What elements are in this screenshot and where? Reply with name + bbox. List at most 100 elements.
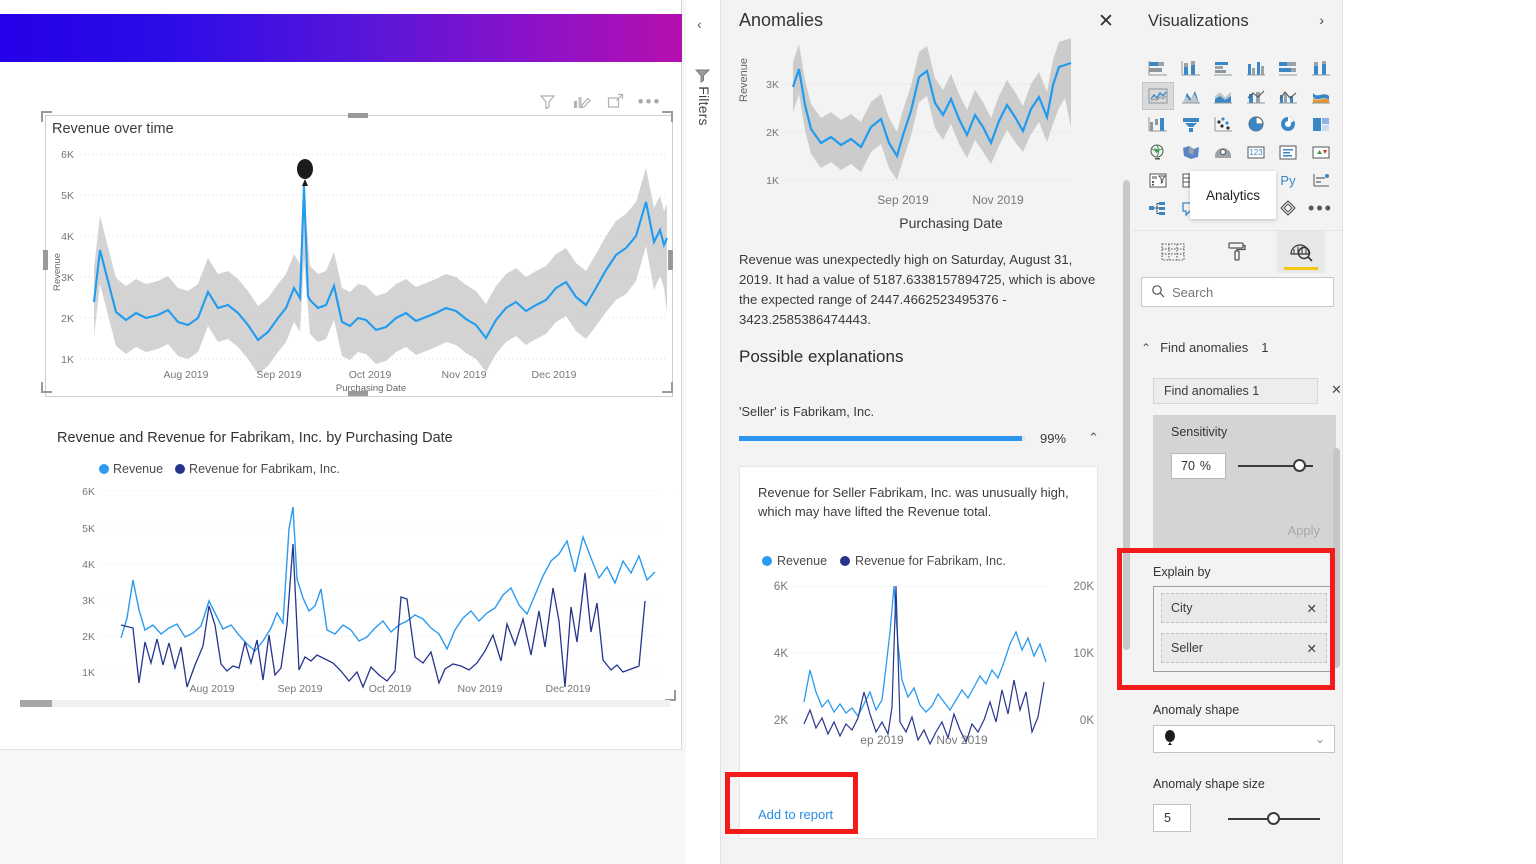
svg-text:Purchasing Date: Purchasing Date xyxy=(336,383,406,394)
canvas-horizontal-scrollbar[interactable] xyxy=(20,700,670,707)
analytics-tab[interactable] xyxy=(1277,231,1325,273)
funnel-chart-icon[interactable] xyxy=(1176,111,1206,137)
report-page[interactable]: ••• Revenue over time 6K 5K 4K 3K 2K 1K … xyxy=(0,0,682,750)
svg-text:4K: 4K xyxy=(774,648,788,660)
edit-chart-icon[interactable] xyxy=(572,92,591,111)
anomaly-shape-select[interactable]: ⌄ xyxy=(1153,725,1335,753)
resize-handle-top[interactable] xyxy=(348,113,368,118)
explanation-name: 'Seller' is Fabrikam, Inc. xyxy=(739,404,875,419)
svg-text:3K: 3K xyxy=(82,595,95,607)
svg-text:Aug 2019: Aug 2019 xyxy=(164,369,209,381)
chevron-up-icon[interactable]: ⌃ xyxy=(1141,341,1151,355)
resize-handle-tr[interactable] xyxy=(662,111,673,122)
expand-pane-icon[interactable]: › xyxy=(1319,12,1324,28)
card-icon[interactable]: 123 xyxy=(1241,139,1271,165)
waterfall-chart-icon[interactable] xyxy=(1143,111,1173,137)
anomalies-title: Anomalies xyxy=(739,10,824,30)
get-more-visuals-icon[interactable] xyxy=(1273,195,1303,221)
search-input[interactable]: Search xyxy=(1141,277,1334,307)
resize-handle-br[interactable] xyxy=(662,382,673,393)
sensitivity-value: 70 xyxy=(1181,459,1195,473)
legend-swatch-fabrikam xyxy=(840,556,851,566)
svg-text:Aug 2019: Aug 2019 xyxy=(190,683,235,695)
svg-text:Nov 2019: Nov 2019 xyxy=(458,683,503,695)
chevron-down-icon[interactable]: ⌄ xyxy=(1315,732,1325,746)
more-visuals-ellipsis-icon[interactable]: ••• xyxy=(1306,195,1336,221)
svg-text:2K: 2K xyxy=(774,715,788,727)
shape-size-slider-knob[interactable] xyxy=(1267,812,1280,825)
slicer-icon[interactable] xyxy=(1143,167,1173,193)
svg-text:Oct 2019: Oct 2019 xyxy=(349,369,392,381)
resize-handle-left[interactable] xyxy=(43,250,48,270)
find-anomalies-section-header[interactable]: ⌃ Find anomalies 1 xyxy=(1141,340,1334,355)
format-tab[interactable] xyxy=(1213,231,1261,273)
decomposition-tree-icon[interactable] xyxy=(1143,195,1173,221)
highlight-box-add-to-report xyxy=(725,772,858,834)
svg-text:10K: 10K xyxy=(1074,648,1095,660)
filled-map-icon[interactable] xyxy=(1176,139,1206,165)
find-anomalies-label: Find anomalies xyxy=(1160,340,1249,355)
resize-handle-bl[interactable] xyxy=(41,382,52,393)
find-anomalies-item[interactable]: Find anomalies 1 xyxy=(1153,378,1318,404)
hundred-percent-stacked-bar-chart-icon[interactable] xyxy=(1273,55,1303,81)
treemap-icon[interactable] xyxy=(1306,111,1336,137)
pie-chart-icon[interactable] xyxy=(1241,111,1271,137)
scatter-chart-icon[interactable] xyxy=(1208,111,1238,137)
sensitivity-label: Sensitivity xyxy=(1171,425,1228,439)
kpi-icon[interactable] xyxy=(1306,139,1336,165)
focus-mode-icon[interactable] xyxy=(606,92,625,111)
apply-button[interactable]: Apply xyxy=(1287,523,1320,538)
multi-row-card-icon[interactable] xyxy=(1273,139,1303,165)
anomalies-pane-scrollbar[interactable] xyxy=(1122,0,1131,864)
line-and-clustered-column-chart-icon[interactable] xyxy=(1273,83,1303,109)
donut-chart-icon[interactable] xyxy=(1273,111,1303,137)
svg-text:5K: 5K xyxy=(61,190,74,202)
hundred-percent-stacked-column-chart-icon[interactable] xyxy=(1306,55,1336,81)
arcgis-map-icon[interactable] xyxy=(1208,139,1238,165)
stacked-bar-chart-icon[interactable] xyxy=(1143,55,1173,81)
chevron-up-icon[interactable]: ⌃ xyxy=(1088,430,1099,446)
python-visual-icon[interactable]: Py xyxy=(1273,167,1303,193)
anomalies-overview-chart: Revenue 3K 2K 1K Sep 2019 Nov 2019 Purch… xyxy=(738,38,1072,231)
filters-rail-label[interactable]: Filters xyxy=(696,79,712,133)
anomaly-description: Revenue was unexpectedly high on Saturda… xyxy=(739,252,1096,327)
power-bi-window: ••• Revenue over time 6K 5K 4K 3K 2K 1K … xyxy=(0,0,1536,864)
search-placeholder: Search xyxy=(1172,284,1214,300)
fields-tab[interactable] xyxy=(1149,231,1197,273)
pane-tabs xyxy=(1133,230,1342,273)
key-influencers-icon[interactable] xyxy=(1306,167,1336,193)
more-options-icon[interactable]: ••• xyxy=(638,92,660,111)
close-icon[interactable]: ✕ xyxy=(1095,12,1117,34)
stacked-area-chart-icon[interactable] xyxy=(1208,83,1238,109)
sensitivity-input[interactable]: 70 % xyxy=(1171,453,1226,479)
find-anomalies-count: 1 xyxy=(1261,340,1269,355)
sensitivity-slider-knob[interactable] xyxy=(1293,459,1306,472)
resize-handle-right[interactable] xyxy=(668,250,673,270)
ribbon-chart-icon[interactable] xyxy=(1306,83,1336,109)
svg-text:20K: 20K xyxy=(1074,581,1095,593)
svg-text:123: 123 xyxy=(1249,148,1263,157)
line-chart-icon[interactable] xyxy=(1142,82,1174,110)
svg-text:Nov 2019: Nov 2019 xyxy=(972,193,1024,207)
anomaly-shape-label: Anomaly shape xyxy=(1153,703,1240,717)
area-chart-icon[interactable] xyxy=(1176,83,1206,109)
filters-rail[interactable]: ‹ Filters xyxy=(686,0,721,864)
explanation-card-chart: 6K 4K 2K 20K 10K 0K ep 2019 Nov 2019 xyxy=(774,581,1095,747)
revenue-over-time-visual[interactable]: Revenue over time 6K 5K 4K 3K 2K 1K Reve… xyxy=(45,115,673,397)
map-icon[interactable] xyxy=(1143,139,1173,165)
filter-icon[interactable] xyxy=(538,92,557,111)
revenue-fabrikam-visual[interactable]: Revenue and Revenue for Fabrikam, Inc. b… xyxy=(45,425,676,701)
svg-text:1K: 1K xyxy=(766,175,779,187)
canvas-scrollbar-thumb[interactable] xyxy=(20,700,52,707)
clustered-column-chart-icon[interactable] xyxy=(1241,55,1271,81)
clustered-bar-chart-icon[interactable] xyxy=(1208,55,1238,81)
svg-text:2K: 2K xyxy=(82,631,95,643)
anomaly-shape-size-input[interactable]: 5 xyxy=(1153,804,1191,832)
line-and-stacked-column-chart-icon[interactable] xyxy=(1241,83,1271,109)
collapse-pane-icon[interactable]: ‹ xyxy=(697,16,702,32)
stacked-column-chart-icon[interactable] xyxy=(1176,55,1206,81)
resize-handle-bottom[interactable] xyxy=(348,391,368,396)
svg-text:Py: Py xyxy=(1280,173,1296,188)
analytics-tooltip: Analytics xyxy=(1190,171,1276,219)
resize-handle-tl[interactable] xyxy=(41,111,52,122)
